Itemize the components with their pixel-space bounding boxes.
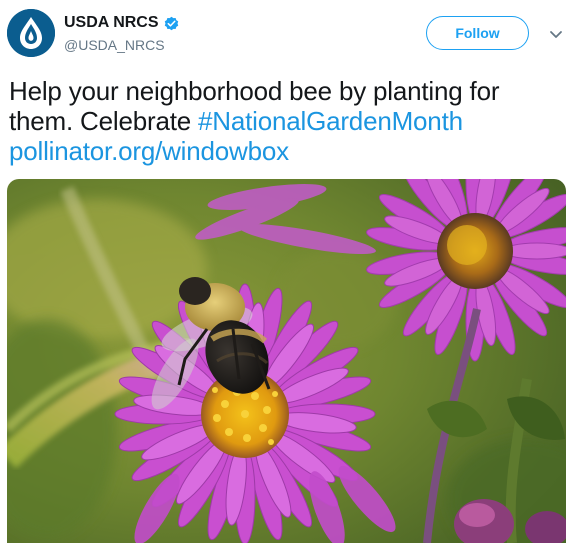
display-name-row[interactable]: USDA NRCS <box>64 13 180 33</box>
account-avatar[interactable] <box>7 9 55 57</box>
verified-badge-icon <box>164 16 178 30</box>
account-handle[interactable]: @USDA_NRCS <box>64 36 180 54</box>
tweet-header: USDA NRCS @USDA_NRCS Follow <box>0 0 572 70</box>
display-name[interactable]: USDA NRCS <box>64 13 159 33</box>
bee-on-flower-photo <box>7 179 566 543</box>
tweet-text: Help your neighborhood bee by planting f… <box>9 76 564 166</box>
account-names: USDA NRCS @USDA_NRCS <box>64 13 180 54</box>
hashtag-link[interactable]: #NationalGardenMonth <box>198 106 463 136</box>
water-drop-icon <box>7 9 55 57</box>
url-link[interactable]: pollinator.org/windowbox <box>9 136 289 166</box>
follow-button[interactable]: Follow <box>426 16 529 50</box>
tweet-photo[interactable] <box>7 179 566 543</box>
chevron-down-icon[interactable] <box>548 26 564 42</box>
